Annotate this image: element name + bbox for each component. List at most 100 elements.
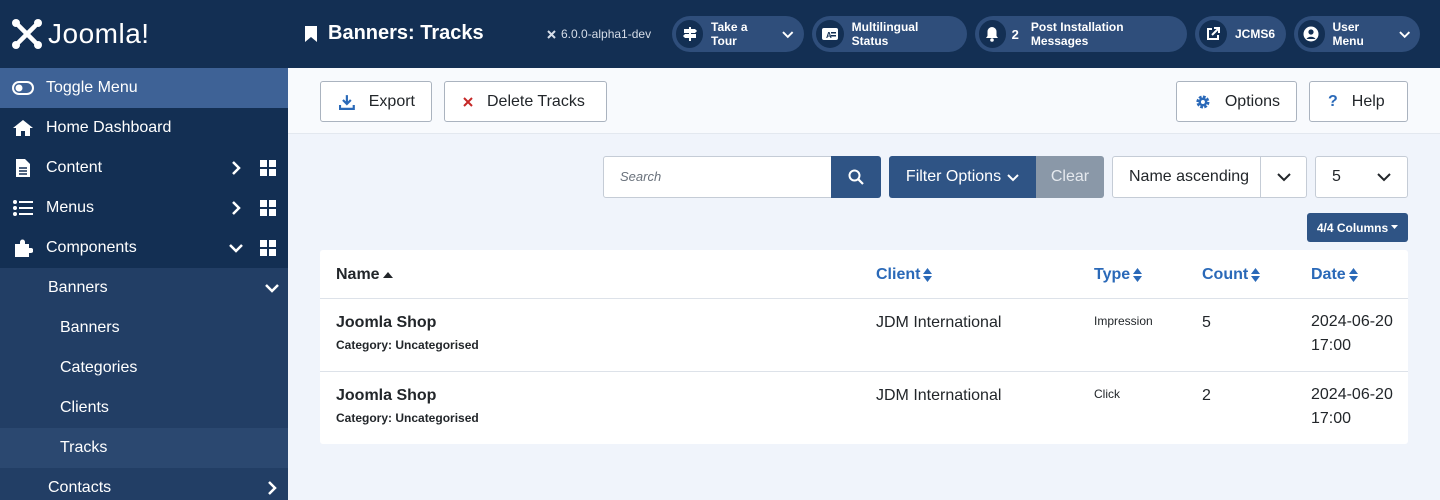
- home-icon: [0, 119, 46, 137]
- columns-toggle-button[interactable]: 4/4 Columns: [1307, 213, 1408, 242]
- chevron-right-icon[interactable]: [228, 160, 244, 176]
- joomla-logo-icon: [12, 19, 42, 49]
- ordering-select[interactable]: Name ascending: [1112, 156, 1307, 198]
- sidebar-item-label: Menus: [46, 199, 95, 216]
- language-icon: A: [816, 20, 844, 48]
- sidebar-item-clients[interactable]: Clients: [0, 388, 288, 428]
- caret-down-icon: [1391, 225, 1399, 229]
- sidebar-item-label: Content: [46, 159, 103, 176]
- sidebar-item-label: Banners: [48, 279, 108, 296]
- column-header-type[interactable]: Type: [1094, 266, 1143, 284]
- chevron-down-icon: [782, 31, 794, 39]
- chevron-down-icon[interactable]: [264, 280, 280, 296]
- sort-icon: [1348, 268, 1358, 282]
- column-header-date[interactable]: Date: [1311, 266, 1358, 284]
- sort-up-icon: [382, 272, 393, 278]
- dashboard-grid-icon[interactable]: [260, 200, 276, 216]
- logo-text: Joomla!: [48, 18, 150, 49]
- search-icon: [848, 169, 864, 185]
- columns-label: 4/4 Columns: [1316, 220, 1389, 235]
- filter-options-button[interactable]: Filter Options: [889, 156, 1036, 198]
- delete-tracks-button[interactable]: Delete Tracks: [444, 81, 607, 122]
- sidebar-item-contacts[interactable]: Contacts: [0, 468, 288, 500]
- user-icon: [1298, 20, 1325, 48]
- bell-icon: [979, 20, 1006, 48]
- chevron-down-icon: [1007, 174, 1019, 182]
- search-button[interactable]: [831, 156, 881, 198]
- dashboard-grid-icon[interactable]: [260, 160, 276, 176]
- page-title-text: Banners: Tracks: [328, 22, 484, 44]
- track-date: 2024-06-20 17:00: [1311, 310, 1393, 358]
- question-icon: ?: [1328, 92, 1338, 110]
- site-name-label: JCMS6: [1235, 27, 1276, 41]
- track-date: 2024-06-20 17:00: [1311, 383, 1393, 431]
- chevron-right-icon[interactable]: [228, 200, 244, 216]
- toggle-menu-label: Toggle Menu: [46, 79, 138, 96]
- track-count: 2: [1202, 387, 1211, 404]
- sidebar-item-tracks[interactable]: Tracks: [0, 428, 288, 468]
- post-installation-label: Post Installation Messages: [1030, 20, 1124, 48]
- options-label: Options: [1224, 92, 1280, 110]
- toggle-menu[interactable]: Toggle Menu: [0, 68, 288, 108]
- column-header-client[interactable]: Client: [876, 266, 933, 284]
- column-header-label: Type: [1094, 266, 1131, 283]
- toolbar: Export Delete Tracks Options ? Help: [288, 68, 1440, 134]
- user-menu-label: User Menu: [1332, 20, 1364, 48]
- post-installation-messages-button[interactable]: 2 Post Installation Messages: [975, 16, 1187, 52]
- sidebar-item-categories[interactable]: Categories: [0, 348, 288, 388]
- gear-icon: [1196, 94, 1210, 109]
- sidebar-item-banners[interactable]: Banners: [0, 308, 288, 348]
- sidebar-item-label: Tracks: [60, 439, 108, 456]
- site-link-button[interactable]: JCMS6: [1195, 16, 1286, 52]
- sidebar-item-label: Contacts: [48, 479, 112, 496]
- limit-select[interactable]: 5: [1315, 156, 1408, 198]
- sidebar: Joomla! Toggle Menu Home Dashboard Conte…: [0, 0, 288, 500]
- close-icon: [463, 96, 473, 107]
- track-client: JDM International: [876, 314, 1002, 331]
- external-link-icon: [1199, 20, 1227, 48]
- file-icon: [0, 158, 46, 178]
- column-header-label: Name: [336, 266, 380, 283]
- column-header-name[interactable]: Name: [336, 266, 393, 284]
- take-a-tour-label: Take a Tour: [711, 20, 748, 48]
- row-divider: [320, 371, 1408, 372]
- version-info: 6.0.0-alpha1-dev: [546, 27, 651, 41]
- sidebar-item-home-dashboard[interactable]: Home Dashboard: [0, 108, 288, 148]
- track-date-day: 2024-06-20: [1311, 386, 1393, 403]
- sidebar-item-content[interactable]: Content: [0, 148, 288, 188]
- joomla-logo[interactable]: Joomla!: [0, 0, 288, 68]
- sidebar-item-menus[interactable]: Menus: [0, 188, 288, 228]
- track-date-time: 17:00: [1311, 337, 1352, 354]
- tracks-table: Name Client Type Count Date Joomla Shop …: [320, 250, 1408, 444]
- sidebar-item-label: Banners: [60, 319, 120, 336]
- help-label: Help: [1351, 92, 1385, 110]
- sidebar-item-banners-group[interactable]: Banners: [0, 268, 288, 308]
- clear-button[interactable]: Clear: [1036, 156, 1104, 198]
- limit-value: 5: [1332, 168, 1341, 185]
- chevron-down-icon[interactable]: [228, 240, 244, 256]
- track-date-time: 17:00: [1311, 410, 1352, 427]
- sort-icon: [1251, 268, 1261, 282]
- track-category: Category: Uncategorised: [336, 411, 479, 425]
- sort-icon: [923, 268, 933, 282]
- joomla-small-icon: [547, 29, 556, 39]
- column-header-label: Count: [1202, 266, 1249, 283]
- multilingual-status-button[interactable]: A Multilingual Status: [812, 16, 967, 52]
- user-menu-button[interactable]: User Menu: [1294, 16, 1420, 52]
- sidebar-item-label: Home Dashboard: [46, 119, 172, 136]
- sidebar-item-components[interactable]: Components: [0, 228, 288, 268]
- toggle-icon: [12, 81, 34, 95]
- options-button[interactable]: Options: [1176, 81, 1297, 122]
- column-header-count[interactable]: Count: [1202, 266, 1261, 284]
- help-button[interactable]: ? Help: [1309, 81, 1408, 122]
- search-input[interactable]: Search: [603, 156, 832, 198]
- version-text: 6.0.0-alpha1-dev: [561, 27, 652, 41]
- sidebar-item-label: Components: [46, 239, 137, 256]
- chevron-down-icon: [1398, 31, 1410, 39]
- take-a-tour-button[interactable]: Take a Tour: [672, 16, 804, 52]
- dashboard-grid-icon[interactable]: [260, 240, 276, 256]
- chevron-right-icon[interactable]: [264, 480, 280, 496]
- multilingual-status-label: Multilingual Status: [851, 20, 919, 48]
- export-button[interactable]: Export: [320, 81, 432, 122]
- track-count: 5: [1202, 314, 1211, 331]
